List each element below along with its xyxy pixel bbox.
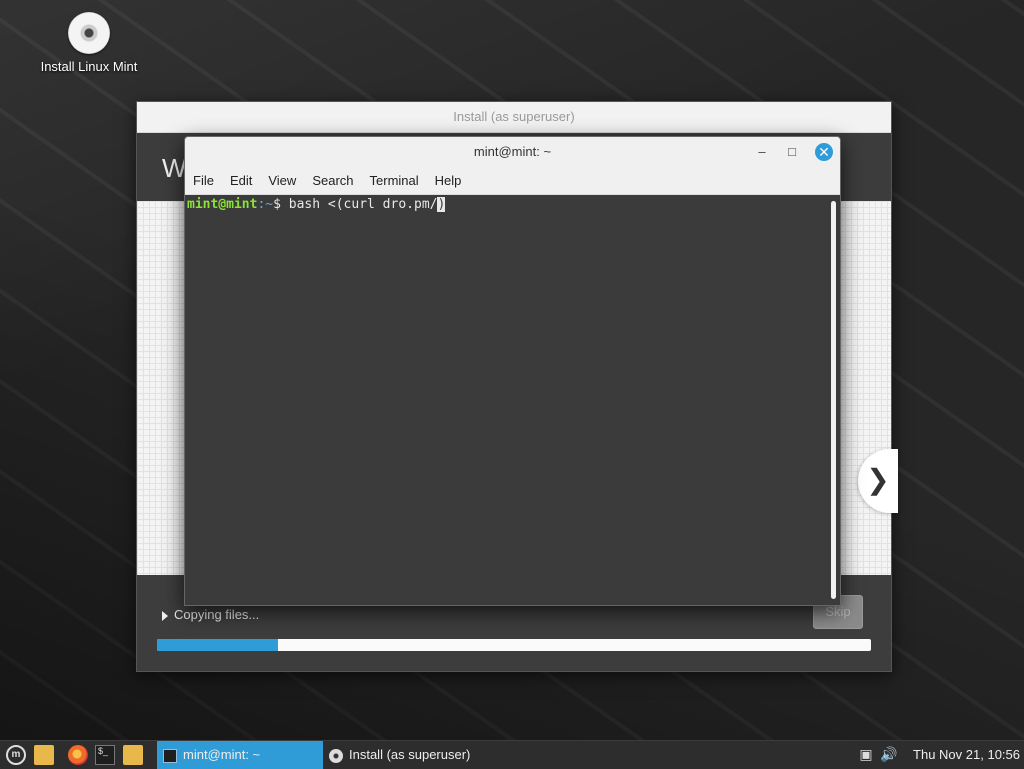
copying-files-label: Copying files... — [174, 607, 260, 622]
terminal-titlebar[interactable]: mint@mint: ~ – □ ✕ — [185, 137, 840, 167]
command-text: bash <(curl dro.pm/ — [288, 197, 438, 212]
desktop: Install Linux Mint Install (as superuser… — [0, 0, 1024, 740]
progress-fill — [157, 639, 279, 651]
text-cursor: ) — [437, 197, 446, 212]
maximize-button[interactable]: □ — [783, 143, 801, 161]
install-linux-mint-shortcut[interactable]: Install Linux Mint — [30, 12, 148, 74]
installer-titlebar[interactable]: Install (as superuser) — [137, 102, 891, 133]
volume-icon[interactable]: 🔊 — [880, 746, 897, 762]
taskbar-item-terminal[interactable]: mint@mint: ~ — [157, 741, 323, 769]
menu-search[interactable]: Search — [304, 167, 361, 188]
terminal-window: mint@mint: ~ – □ ✕ File Edit View Search Ter… — [184, 136, 841, 606]
menu-help[interactable]: Help — [427, 167, 470, 188]
terminal-launcher-icon[interactable]: $_ — [95, 745, 115, 765]
terminal-icon — [163, 748, 177, 763]
firefox-icon[interactable] — [68, 745, 88, 765]
terminal-output[interactable]: mint@mint:~$ bash <(curl dro.pm/) — [185, 195, 827, 605]
install-progress-bar — [157, 639, 871, 651]
terminal-menubar: File Edit View Search Terminal Help — [185, 167, 840, 195]
files-icon[interactable] — [123, 745, 143, 765]
expand-triangle-icon — [162, 610, 168, 621]
mint-menu-icon[interactable]: m — [6, 745, 26, 765]
terminal-scrollbar[interactable] — [827, 195, 840, 605]
close-button[interactable]: ✕ — [815, 143, 833, 161]
menu-edit[interactable]: Edit — [222, 167, 260, 188]
task-label: mint@mint: ~ — [183, 747, 261, 762]
prompt-symbol: $ — [273, 197, 289, 212]
minimize-button[interactable]: – — [753, 143, 771, 161]
prompt-path: :~ — [257, 197, 274, 212]
disc-icon — [68, 12, 110, 54]
menu-view[interactable]: View — [260, 167, 304, 188]
task-label: Install (as superuser) — [349, 747, 471, 762]
prompt-user: mint@mint — [187, 197, 258, 212]
installer-header-text: W — [162, 153, 187, 183]
network-icon[interactable]: ▣ — [858, 746, 874, 762]
show-desktop-icon[interactable] — [34, 745, 54, 765]
disc-icon — [329, 748, 343, 763]
terminal-title: mint@mint: ~ — [473, 144, 552, 159]
taskbar-item-installer[interactable]: Install (as superuser) — [323, 741, 523, 769]
menu-file[interactable]: File — [185, 167, 222, 188]
menu-terminal[interactable]: Terminal — [362, 167, 427, 188]
clock[interactable]: Thu Nov 21, 10:56 — [913, 741, 1020, 769]
copying-files-expander[interactable]: Copying files... — [162, 607, 259, 622]
desktop-icon-label: Install Linux Mint — [40, 59, 138, 74]
next-slide-button[interactable]: ❯ — [858, 449, 898, 513]
scrollbar-thumb[interactable] — [831, 201, 836, 599]
taskbar: m $_ mint@mint: ~ Install (as superuser)… — [0, 740, 1024, 769]
